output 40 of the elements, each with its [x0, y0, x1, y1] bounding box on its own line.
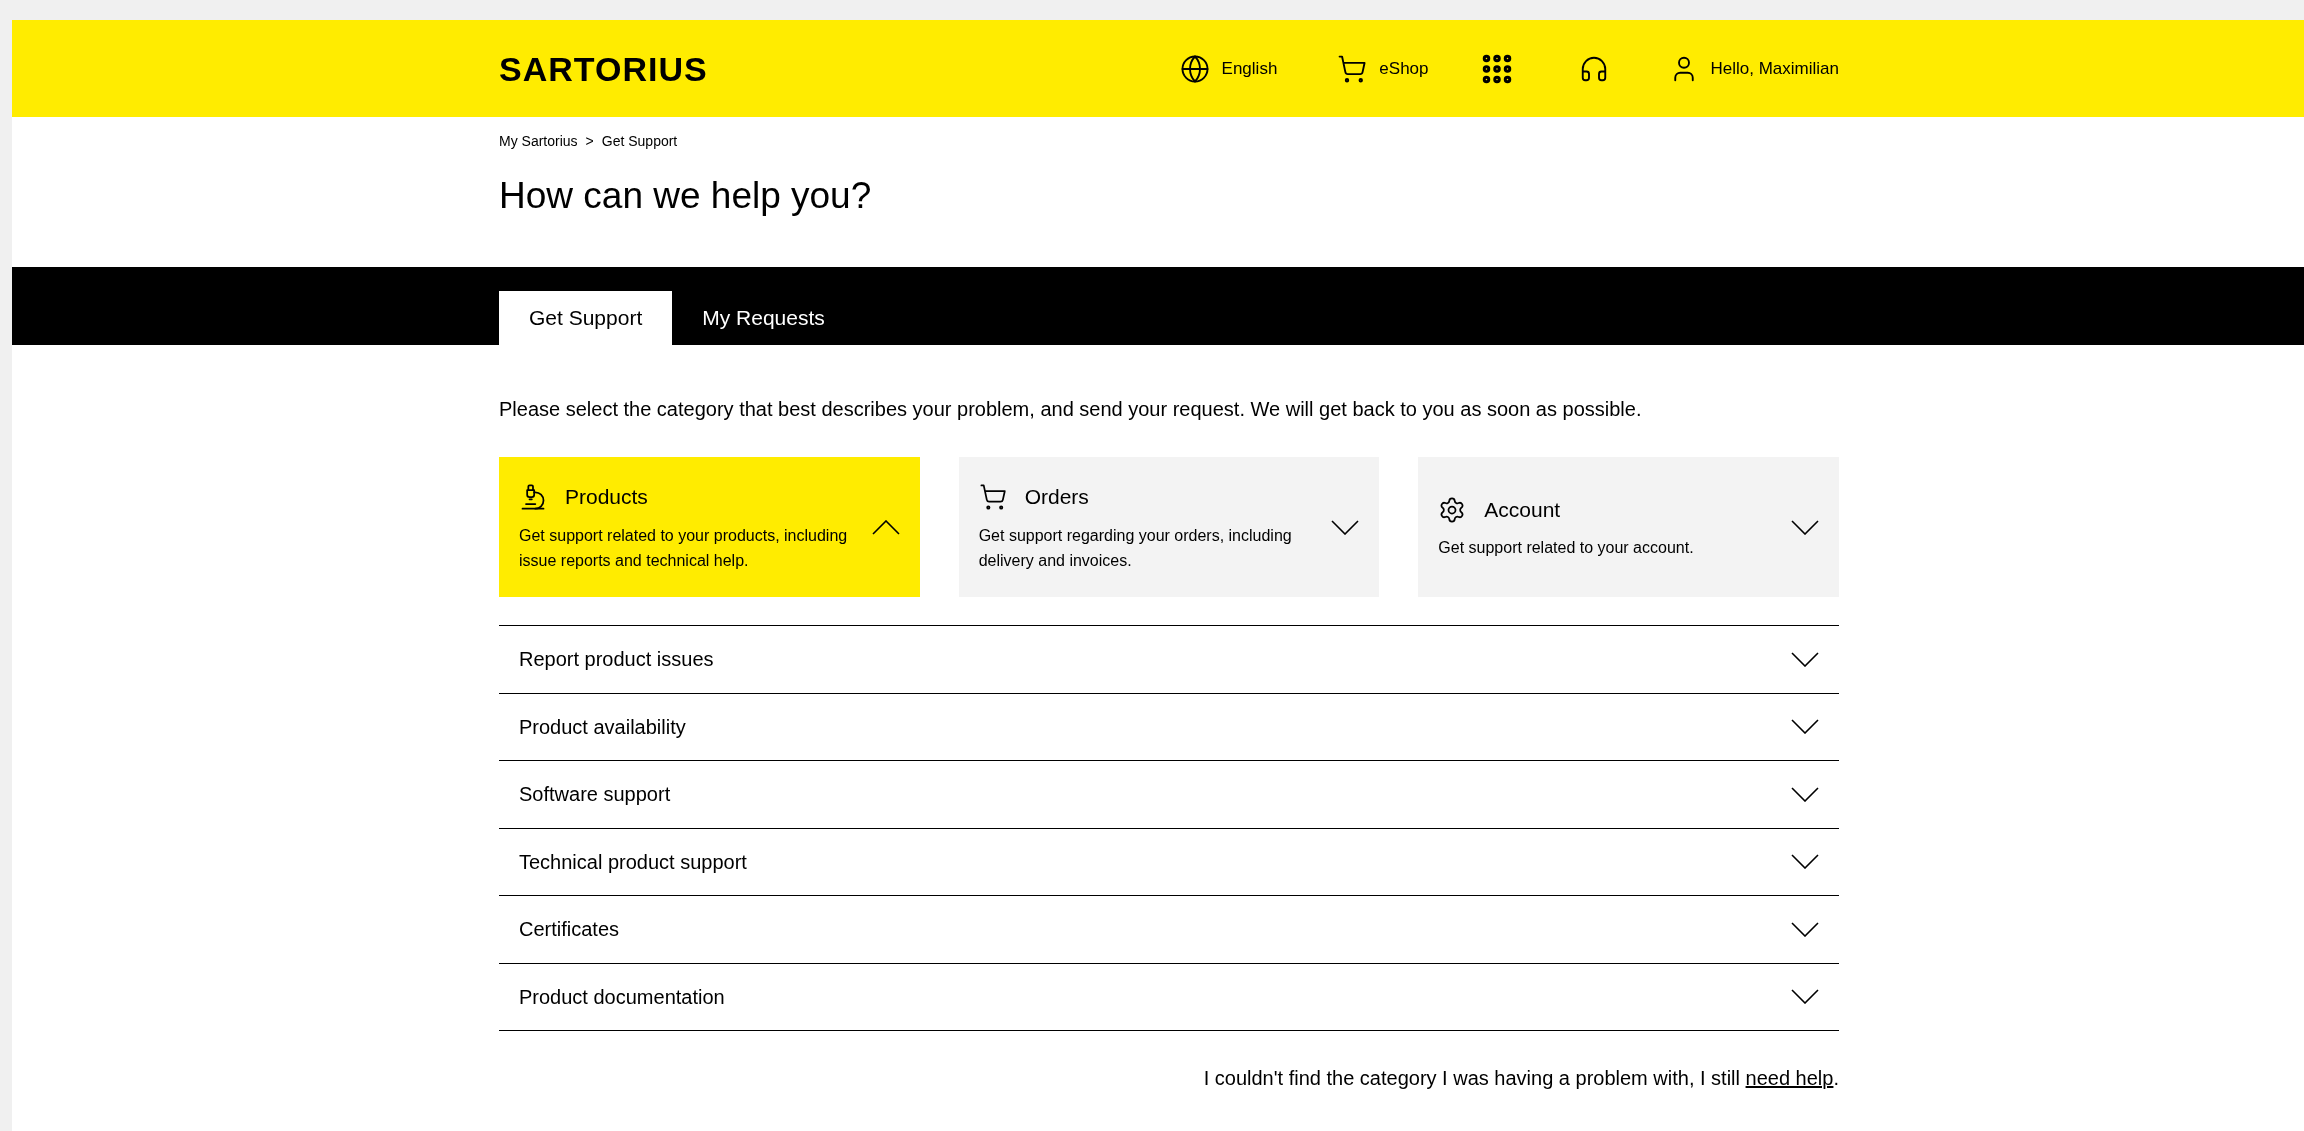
breadcrumb-current: Get Support — [601, 131, 678, 151]
chevron-icon — [1791, 719, 1819, 735]
products-icon — [519, 483, 547, 511]
category-title: Account — [1484, 496, 1561, 523]
accordion-row[interactable]: Certificates — [499, 896, 1839, 964]
category-title: Orders — [1024, 484, 1089, 511]
eshop-button[interactable]: eShop — [1337, 53, 1429, 84]
logo[interactable]: SARTORIUS — [499, 51, 708, 86]
accordion-row[interactable]: Technical product support — [499, 828, 1839, 896]
category-card[interactable]: Account Get support related to your account. — [1418, 457, 1839, 597]
help-text: I couldn't find the category I was having a problem with, I still need help. — [1202, 1066, 1839, 1091]
cart-icon — [1337, 53, 1368, 84]
account-button[interactable]: Hello, Maximilian — [1668, 53, 1839, 84]
page-title: How can we help you? — [499, 174, 873, 218]
globe-icon — [1179, 53, 1210, 84]
breadcrumb-separator: > — [585, 131, 594, 151]
chevron-icon — [871, 519, 900, 535]
category-description: Get support related to your account. — [1438, 538, 1695, 559]
accordion-row[interactable]: Product availability — [499, 693, 1839, 761]
category-description: Get support regarding your orders, including delivery and invoices. — [978, 525, 1293, 571]
chevron-icon — [1791, 519, 1819, 535]
intro-text: Please select the category that best describes your problem, and send your request. We will get back to you as soon as possible. — [499, 397, 1643, 422]
chevron-icon — [1791, 854, 1819, 870]
language-button[interactable]: English — [1179, 53, 1278, 84]
category-card[interactable]: Orders Get support regarding your orders, including delivery and invoices. — [958, 457, 1380, 597]
chevron-icon — [1791, 989, 1819, 1005]
accordion-row[interactable]: Report product issues — [499, 626, 1839, 694]
chevron-icon — [1791, 921, 1819, 937]
orders-icon — [978, 483, 1007, 511]
breadcrumb-link[interactable]: My Sartorius — [499, 130, 578, 152]
category-card[interactable]: Products Get support related to your products, including issue reports and technical help. — [499, 457, 920, 597]
need-help-link[interactable]: need help — [1745, 1067, 1834, 1089]
accordion-row[interactable]: Product documentation — [499, 963, 1839, 1031]
category-description: Get support related to your products, including issue reports and technical help. — [519, 525, 849, 571]
chevron-icon — [1791, 786, 1819, 802]
chevron-icon — [1791, 651, 1819, 667]
tab[interactable]: Get Support — [499, 291, 673, 345]
accordion-row[interactable]: Software support — [499, 761, 1839, 829]
chevron-icon — [1331, 519, 1360, 535]
category-title: Products — [565, 484, 648, 511]
